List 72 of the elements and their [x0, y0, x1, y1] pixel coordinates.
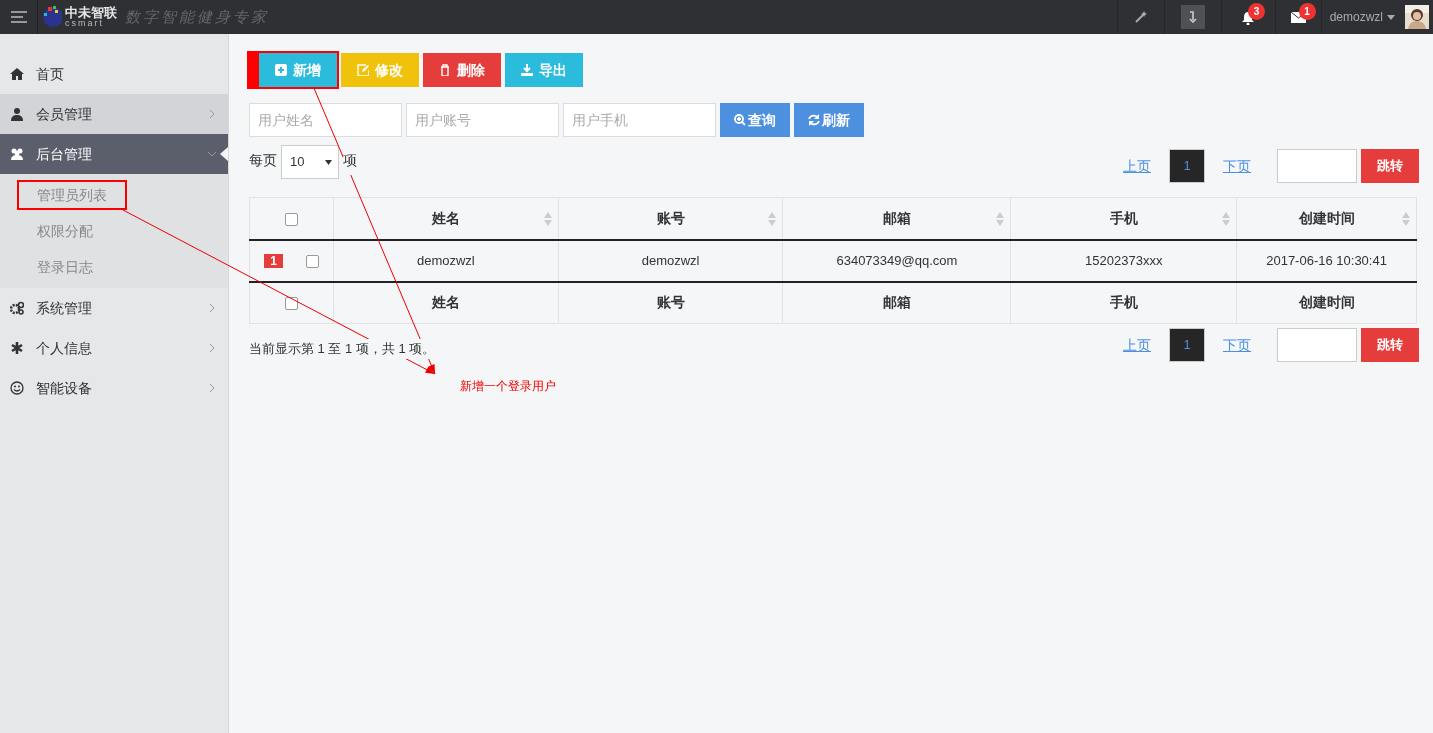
menu-icon[interactable] [10, 11, 27, 23]
search-field[interactable]: 用户姓名 [249, 103, 402, 137]
sort-icon [768, 212, 777, 226]
sort-icon [1402, 212, 1410, 226]
sidebar-item[interactable]: 智能设备 [0, 368, 228, 408]
search-field[interactable]: 用户手机 [563, 103, 716, 137]
user-icon [10, 107, 24, 121]
download-button[interactable] [1180, 5, 1205, 29]
next-page-link[interactable]: 下页 [1223, 334, 1251, 356]
page-size-select[interactable]: 10 [281, 145, 339, 179]
column-header[interactable]: 手机 [1109, 294, 1138, 311]
table-cell: 15202373xxx [1085, 252, 1163, 268]
checkbox[interactable] [305, 254, 319, 268]
sort-icon [543, 212, 552, 226]
sort-icon [1222, 212, 1231, 226]
wand-icon[interactable] [1133, 10, 1148, 24]
prev-page-link[interactable]: 上页 [1123, 155, 1151, 177]
logo-text: 中未智联 [65, 6, 117, 19]
caret-icon [1387, 14, 1395, 20]
user-name[interactable]: demozwzl [1329, 8, 1383, 26]
column-header[interactable]: 姓名 [431, 209, 460, 226]
current-page[interactable]: 1 [1169, 149, 1205, 183]
sidebar-item[interactable]: 会员管理 [0, 94, 228, 134]
page-number-field[interactable] [1277, 149, 1357, 183]
column-header[interactable]: 账号 [656, 294, 685, 311]
query-button[interactable]: 查询 [720, 103, 790, 137]
jump-button[interactable]: 跳转 [1361, 328, 1419, 362]
current-page[interactable]: 1 [1169, 328, 1205, 362]
page-size-label: 每页 [249, 151, 277, 170]
table-cell: demozwzl [416, 252, 475, 268]
trash-icon [439, 64, 451, 76]
logo-subtext: csmart [65, 19, 104, 28]
column-header[interactable]: 姓名 [431, 294, 460, 311]
column-header[interactable]: 手机 [1109, 209, 1138, 226]
checkbox[interactable] [284, 212, 298, 226]
sidebar-item[interactable]: 系统管理 [0, 288, 228, 328]
pointer-icon [220, 147, 228, 161]
logo-icon [42, 4, 62, 30]
users-icon [10, 147, 24, 161]
column-header[interactable]: 创建时间 [1298, 209, 1355, 226]
edit-icon [357, 64, 369, 76]
column-header[interactable]: 邮箱 [882, 294, 911, 311]
zoom-in-icon [734, 114, 746, 126]
row-number: 1 [264, 253, 283, 268]
smile-icon [10, 381, 24, 395]
arrow-down-icon [1188, 11, 1197, 23]
annotation-text: 新增一个登录用户 [460, 379, 556, 393]
table-cell: 2017-06-16 10:30:41 [1266, 252, 1387, 268]
asterisk-icon [10, 341, 24, 355]
home-icon [10, 67, 24, 81]
table-cell: 634073349@qq.com [836, 252, 958, 268]
column-header[interactable]: 账号 [656, 209, 685, 226]
sidebar-item[interactable]: 首页 [0, 54, 228, 94]
notification-count: 3 [1248, 3, 1266, 21]
plus-square-icon [275, 64, 287, 76]
refresh-button[interactable]: 刷新 [794, 103, 864, 137]
delete-button[interactable]: 删除 [423, 53, 501, 87]
sidebar-item[interactable]: 后台管理 [0, 134, 228, 174]
next-page-link[interactable]: 下页 [1223, 155, 1251, 177]
caret-icon [325, 159, 332, 165]
refresh-icon [808, 114, 820, 126]
sidebar-item[interactable]: 个人信息 [0, 328, 228, 368]
search-field[interactable]: 用户账号 [406, 103, 559, 137]
jump-button[interactable]: 跳转 [1361, 149, 1419, 183]
download-icon [521, 64, 533, 76]
prev-page-link[interactable]: 上页 [1123, 334, 1151, 356]
column-header[interactable]: 创建时间 [1298, 294, 1355, 311]
message-count: 1 [1298, 3, 1316, 21]
sort-icon [996, 212, 1005, 226]
column-header[interactable]: 邮箱 [882, 209, 911, 226]
table-cell: demozwzl [641, 252, 700, 268]
page-number-field[interactable] [1277, 328, 1357, 362]
